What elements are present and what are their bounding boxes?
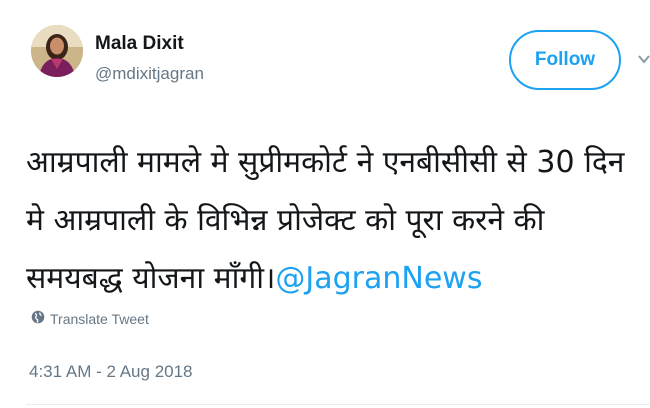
- tweet-card: Mala Dixit @mdixitjagran Follow आम्रपाली…: [0, 0, 650, 408]
- mention-link[interactable]: @JagranNews: [275, 261, 482, 296]
- user-name[interactable]: Mala Dixit: [95, 33, 184, 55]
- avatar[interactable]: [31, 25, 83, 77]
- tweet-timestamp[interactable]: 4:31 AM - 2 Aug 2018: [29, 362, 193, 382]
- chevron-down-icon[interactable]: [638, 52, 650, 68]
- user-handle[interactable]: @mdixitjagran: [95, 64, 204, 84]
- avatar-image: [31, 25, 83, 77]
- globe-icon: [31, 310, 45, 327]
- divider: [26, 404, 650, 405]
- translate-tweet-link[interactable]: Translate Tweet: [31, 310, 149, 327]
- tweet-text: आम्रपाली मामले मे सुप्रीमकोर्ट ने एनबीसी…: [26, 134, 636, 308]
- follow-button[interactable]: Follow: [509, 30, 621, 90]
- translate-label: Translate Tweet: [50, 310, 149, 327]
